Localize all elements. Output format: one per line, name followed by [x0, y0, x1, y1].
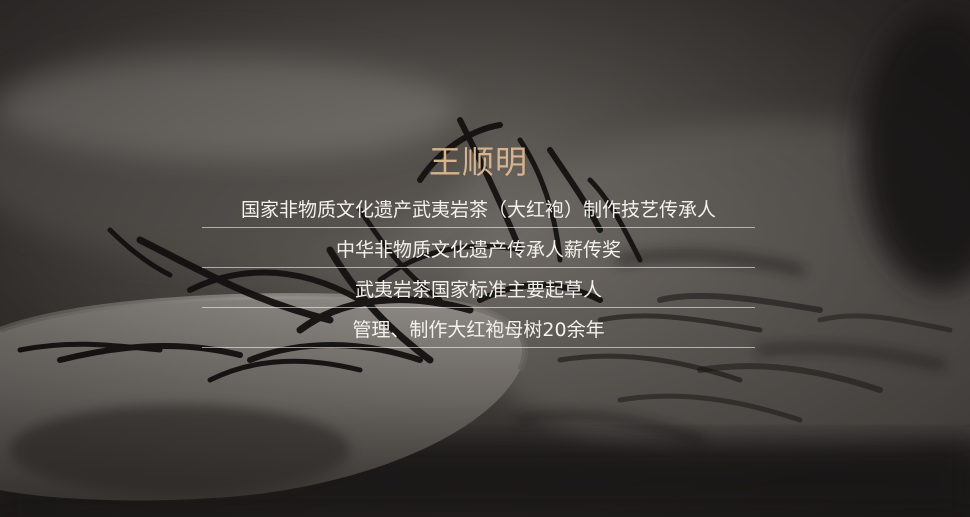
honor-item: 国家非物质文化遗产武夷岩茶（大红袍）制作技艺传承人 [202, 188, 755, 228]
person-name: 王顺明 [428, 143, 528, 181]
honor-item: 中华非物质文化遗产传承人薪传奖 [202, 228, 755, 268]
hero-banner: 王顺明 国家非物质文化遗产武夷岩茶（大红袍）制作技艺传承人 中华非物质文化遗产传… [0, 0, 970, 517]
honors-list: 国家非物质文化遗产武夷岩茶（大红袍）制作技艺传承人 中华非物质文化遗产传承人薪传… [202, 188, 755, 348]
honor-item: 武夷岩茶国家标准主要起草人 [202, 268, 755, 308]
honor-item: 管理、制作大红袍母树20余年 [202, 308, 755, 348]
profile-card: 王顺明 国家非物质文化遗产武夷岩茶（大红袍）制作技艺传承人 中华非物质文化遗产传… [202, 138, 755, 348]
